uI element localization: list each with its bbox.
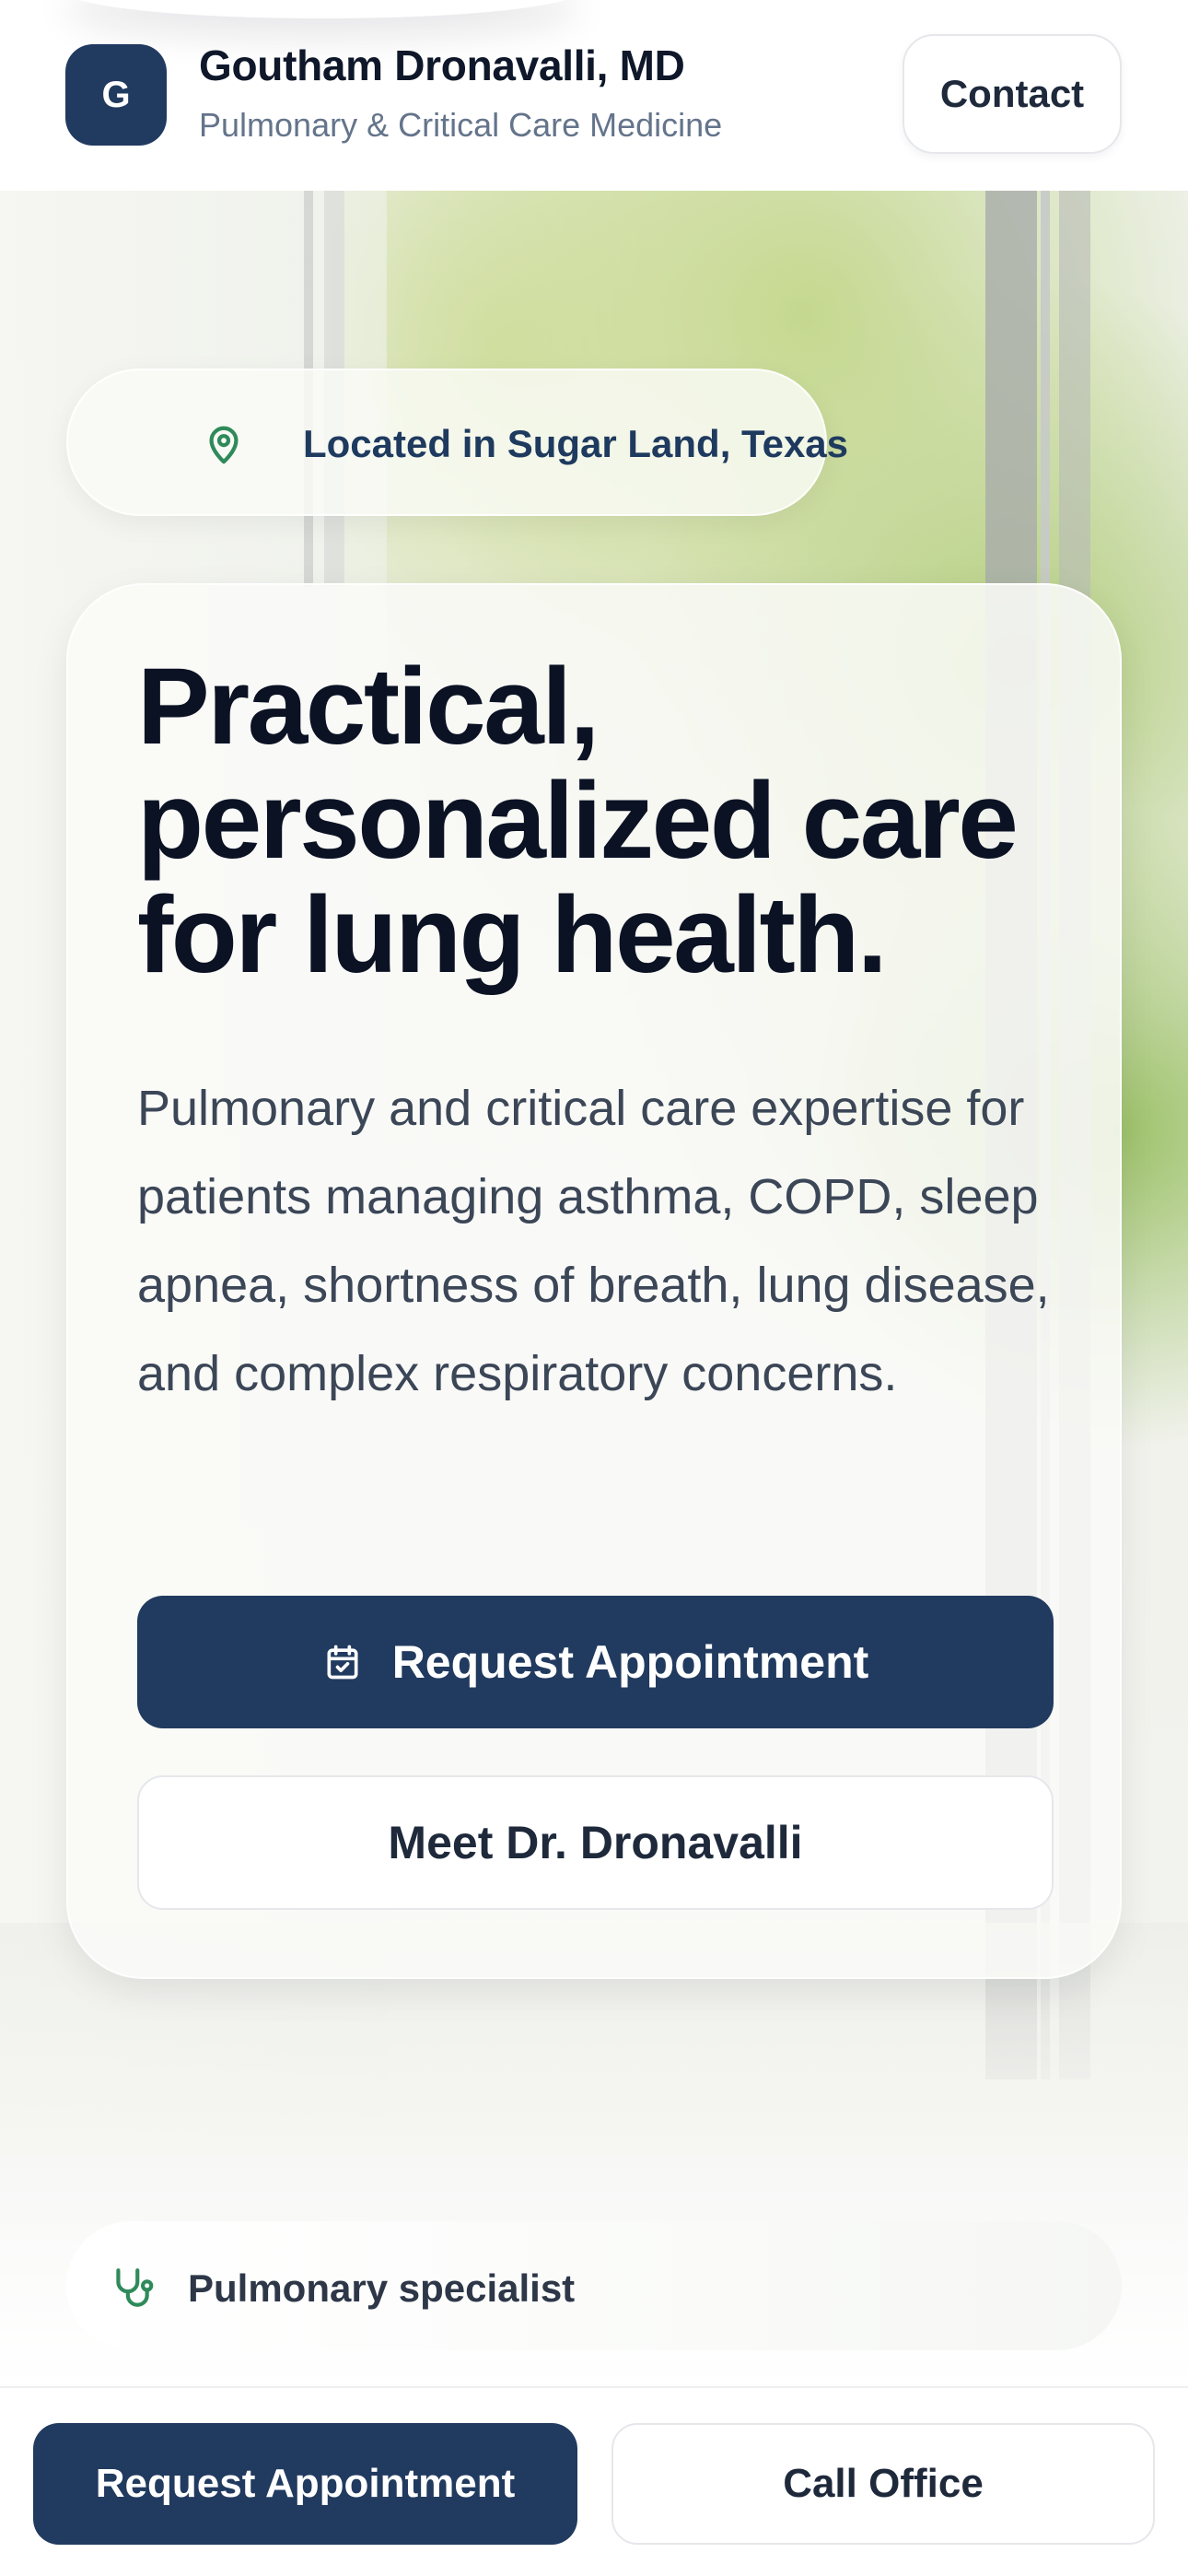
location-text: Located in Sugar Land, Texas — [303, 422, 849, 465]
avatar[interactable]: G — [65, 44, 167, 146]
call-office-button[interactable]: Call Office — [611, 2423, 1155, 2545]
sticky-request-appointment-button[interactable]: Request Appointment — [33, 2423, 577, 2545]
contact-button[interactable]: Contact — [903, 34, 1122, 154]
site-header: G Goutham Dronavalli, MD Pulmonary & Cri… — [0, 0, 1188, 191]
hero-card: Practical, personalized care for lung he… — [66, 583, 1122, 1979]
request-appointment-button[interactable]: Request Appointment — [137, 1596, 1054, 1728]
specialist-label: Pulmonary specialist — [188, 2266, 576, 2310]
meet-doctor-button[interactable]: Meet Dr. Dronavalli — [137, 1775, 1054, 1910]
request-appointment-label: Request Appointment — [391, 1636, 869, 1688]
calendar-check-icon — [327, 1645, 358, 1680]
hero-title: Practical, personalized care for lung he… — [137, 646, 1019, 996]
header-shadow — [64, 0, 580, 18]
map-pin-icon — [209, 426, 239, 464]
doctor-specialty: Pulmonary & Critical Care Medicine — [199, 106, 723, 144]
location-badge: Located in Sugar Land, Texas — [66, 369, 848, 516]
hero-description: Pulmonary and critical care expertise fo… — [137, 1081, 1050, 1401]
stethoscope-icon — [116, 2268, 154, 2307]
doctor-name[interactable]: Goutham Dronavalli, MD — [199, 41, 685, 90]
